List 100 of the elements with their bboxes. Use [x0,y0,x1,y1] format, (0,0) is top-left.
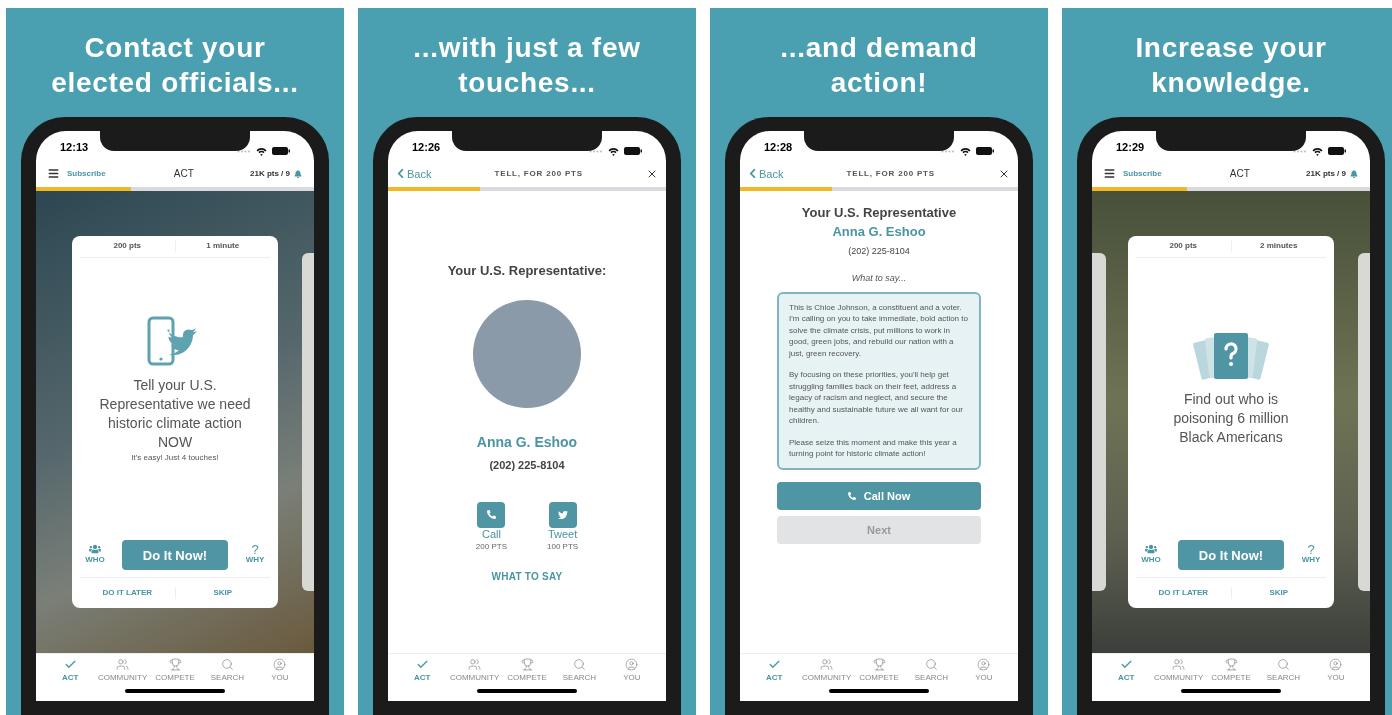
wifi-icon [256,146,267,156]
subscribe-link[interactable]: Subscribe [67,167,106,180]
who-button[interactable]: WHO [80,544,110,567]
status-time: 12:13 [60,140,89,156]
chevron-left-icon [396,168,405,180]
nav-tab[interactable]: SEARCH [905,658,958,685]
status-time: 12:29 [1116,140,1145,156]
do-it-later-button[interactable]: DO IT LATER [1136,586,1232,599]
signal-icon [589,149,603,153]
call-now-button[interactable]: Call Now [777,481,981,510]
script-paragraph: Please seize this moment and make this year a turning point for historic climate action! [789,436,958,460]
contact-button[interactable] [477,501,506,528]
why-button[interactable]: ? WHY [1296,545,1326,566]
status-time: 12:28 [764,140,793,156]
trophy-icon [168,658,182,672]
nav-tab[interactable]: COMMUNITY [800,658,853,685]
panel-caption: ...and demand action! [780,31,978,100]
skip-button[interactable]: SKIP [1231,586,1326,599]
trophy-icon [520,658,534,672]
why-button[interactable]: ? WHY [240,545,270,566]
nav-tab[interactable]: COMPETE [500,658,554,685]
phone-number: (202) 225-8104 [848,244,910,258]
contact-button[interactable] [548,501,577,528]
question-cards-icon [1193,332,1269,383]
search-icon [572,658,586,672]
task-headline: Tell your U.S. Representative we need historic climate action NOW [98,375,252,452]
panel-caption: ...with just a few touches... [413,31,641,100]
profile-icon [273,658,287,672]
script-paragraph: By focusing on these priorities, you'll help get struggling families back on their feet, address a legacy of racism and neglect, and secure the healthy and sustainable future we all want for our children. [789,369,964,427]
wifi-icon [960,146,971,156]
do-it-now-button[interactable]: Do It Now! [122,540,228,571]
who-button[interactable]: WHO [1136,544,1166,567]
points-label: 200 pts [1136,240,1232,253]
signal-icon [237,149,251,153]
action-points: 100 PTS [547,540,579,553]
menu-icon[interactable] [1104,168,1115,180]
people-icon [820,658,834,672]
bird-icon [557,509,568,520]
profile-icon [1329,658,1343,672]
nav-tab[interactable]: COMPETE [852,658,906,685]
search-icon [924,658,938,672]
chevron-left-icon [748,168,757,180]
bell-icon[interactable] [1350,169,1358,178]
skip-button[interactable]: SKIP [175,586,270,599]
back-button[interactable]: Back [396,165,432,182]
search-icon [220,658,234,672]
representative-name: Anna G. Eshoo [476,433,578,453]
nav-tab[interactable]: COMPETE [148,658,202,685]
nav-tab[interactable]: SEARCH [1257,658,1310,685]
signal-icon [941,149,955,153]
nav-tab[interactable]: COMMUNITY [448,658,501,685]
section-heading: Your U.S. Representative [801,203,957,222]
back-button[interactable]: Back [748,165,784,182]
trophy-icon [1224,658,1238,672]
menu-icon[interactable] [48,168,59,180]
profile-icon [625,658,639,672]
nav-tab[interactable]: YOU [253,658,307,685]
nav-tab[interactable]: COMPETE [1204,658,1258,685]
nav-tab[interactable]: ACT [1100,658,1153,685]
nav-tab[interactable]: COMMUNITY [1152,658,1205,685]
panel-caption: Contact your elected officials... [51,31,299,100]
section-heading: Your U.S. Representative: [447,261,607,280]
phone-icon [486,510,496,520]
status-time: 12:26 [412,140,441,156]
screen-title: ACT [172,167,195,182]
do-it-now-button[interactable]: Do It Now! [1178,540,1284,571]
bell-icon[interactable] [294,169,302,178]
trophy-icon [872,658,886,672]
nav-tab[interactable]: ACT [44,658,97,685]
subscribe-link[interactable]: Subscribe [1123,167,1162,180]
nav-tab[interactable]: ACT [396,658,449,685]
task-subtext: It's easy! Just 4 touches! [131,451,219,464]
action-points: 200 PTS [475,540,507,553]
nav-tab[interactable]: YOU [1309,658,1363,685]
profile-icon [977,658,991,672]
screen-title: TELL, FOR 200 PTS [493,167,584,180]
wifi-icon [608,146,619,156]
battery-icon [272,147,290,156]
phone-number: (202) 225-8104 [489,458,565,474]
action-label: Tweet [547,527,578,541]
task-headline: Find out who is poisoning 6 million Black Americans [1172,390,1290,448]
wifi-icon [1312,146,1323,156]
screen-title: TELL, FOR 200 PTS [845,167,936,180]
people-icon [89,544,101,555]
battery-icon [624,147,642,156]
battery-icon [976,147,994,156]
nav-tab[interactable]: COMMUNITY [96,658,149,685]
battery-icon [1328,147,1346,156]
do-it-later-button[interactable]: DO IT LATER [80,586,176,599]
panel-caption: Increase your knowledge. [1135,31,1327,100]
nav-tab[interactable]: SEARCH [553,658,606,685]
nav-tab[interactable]: SEARCH [201,658,254,685]
screen-title: ACT [1228,167,1251,182]
people-icon [1145,544,1157,555]
nav-tab[interactable]: YOU [957,658,1011,685]
points-count: 21K pts / 9 [1306,167,1346,180]
nav-tab[interactable]: YOU [605,658,659,685]
points-label: 200 pts [80,240,176,253]
what-to-say-link[interactable]: WHAT TO SAY [491,568,563,584]
nav-tab[interactable]: ACT [748,658,801,685]
